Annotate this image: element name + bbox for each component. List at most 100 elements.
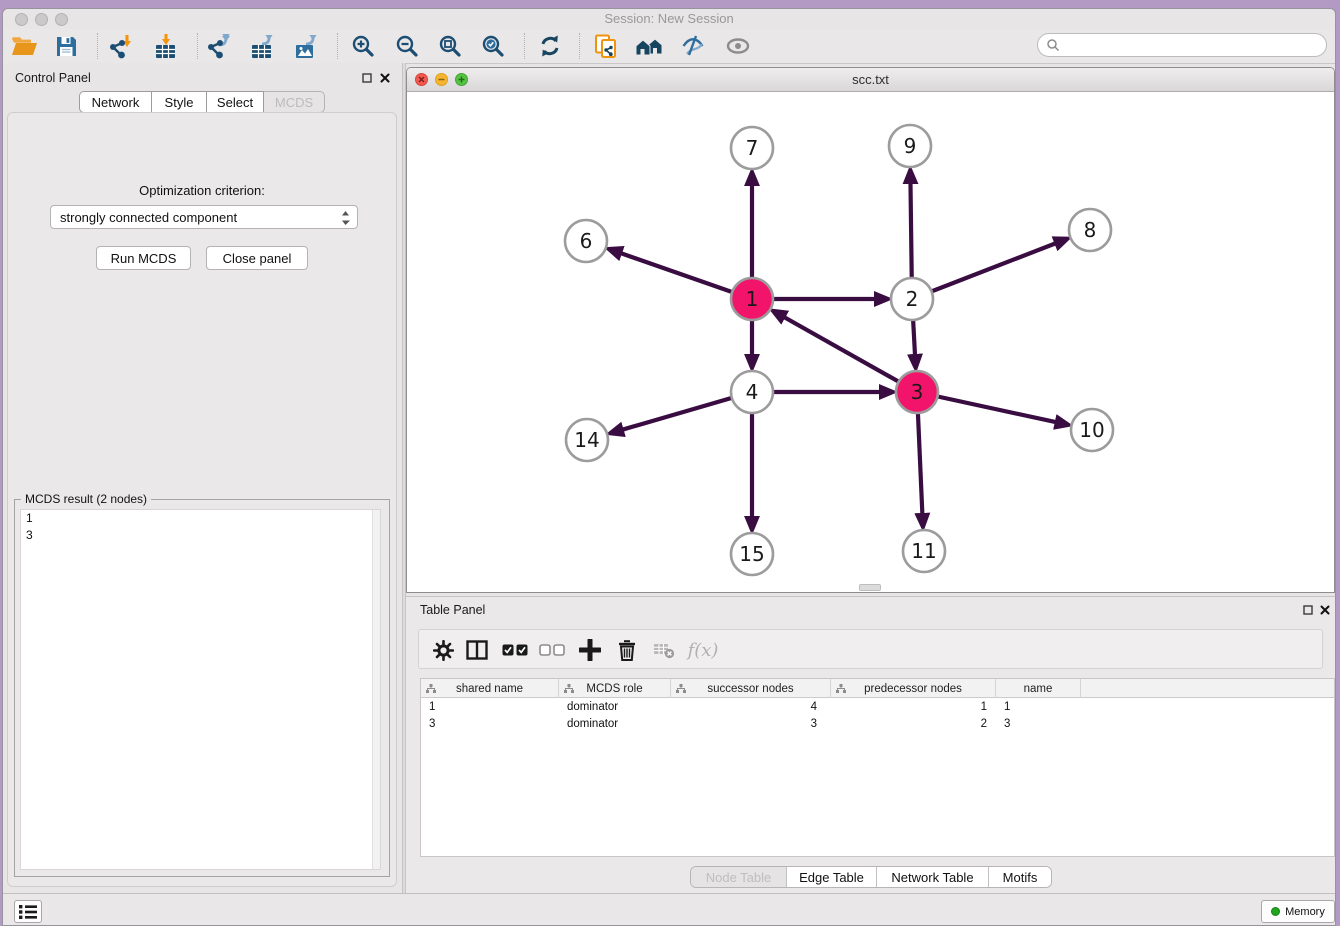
graph-node-15[interactable]: 15	[731, 533, 773, 575]
column-header-label: shared name	[456, 683, 523, 695]
zoom-fit-button[interactable]	[435, 32, 465, 60]
close-panel-icon[interactable]	[379, 72, 391, 84]
zoom-in-button[interactable]	[348, 32, 378, 60]
clone-network-button[interactable]	[591, 32, 621, 60]
open-session-button[interactable]	[9, 32, 39, 60]
criterion-select[interactable]: strongly connected component	[50, 205, 358, 229]
search-input[interactable]	[1064, 37, 1318, 53]
graph-node-9[interactable]: 9	[889, 125, 931, 167]
tab-network[interactable]: Network	[79, 91, 152, 113]
export-table-icon	[250, 34, 275, 59]
float-square-glyph	[1303, 605, 1313, 615]
select-all-button[interactable]	[501, 638, 529, 662]
zoom-selected-button[interactable]	[478, 32, 508, 60]
main-toolbar	[3, 29, 1335, 64]
svg-text:11: 11	[911, 539, 936, 563]
tab-select[interactable]: Select	[207, 91, 264, 113]
delete-row-button[interactable]	[615, 638, 639, 662]
table-cell: 2	[831, 715, 996, 732]
column-header-name[interactable]: name	[996, 679, 1081, 698]
svg-text:1: 1	[746, 287, 759, 311]
table-cell: 3	[671, 715, 831, 732]
network-window-titlebar: scc.txt	[407, 68, 1334, 92]
float-panel-icon[interactable]	[361, 72, 373, 84]
delete-table-icon	[653, 641, 675, 659]
function-builder-button[interactable]: f(x)	[685, 638, 721, 662]
graph-node-3[interactable]: 3	[896, 371, 938, 413]
table-row[interactable]: 3dominator323	[421, 715, 1334, 732]
tab-node-table[interactable]: Node Table	[691, 867, 787, 887]
export-image-button[interactable]	[291, 32, 321, 60]
network-view-window: scc.txt 7 9 6 8 1 2 4 3 14 10 15 11	[406, 67, 1335, 593]
graph-node-2[interactable]: 2	[891, 278, 933, 320]
checked-boxes-icon	[502, 644, 528, 656]
toolbar-separator	[579, 33, 580, 59]
mcds-result-title: MCDS result (2 nodes)	[21, 492, 151, 506]
graph-node-14[interactable]: 14	[566, 419, 608, 461]
result-scrollbar[interactable]	[372, 510, 380, 869]
graph-node-11[interactable]: 11	[903, 530, 945, 572]
table-row[interactable]: 1dominator411	[421, 698, 1334, 715]
svg-text:7: 7	[746, 136, 759, 160]
mcds-result-group: MCDS result (2 nodes) 13	[14, 499, 390, 877]
table-cell: dominator	[559, 715, 671, 732]
network-hscroll-thumb[interactable]	[859, 584, 881, 591]
fx-icon: f(x)	[688, 640, 719, 661]
delete-table-button[interactable]	[652, 638, 676, 662]
table-cell: 1	[996, 698, 1081, 715]
tab-motifs[interactable]: Motifs	[989, 867, 1051, 887]
tab-network-table[interactable]: Network Table	[877, 867, 989, 887]
graph-node-8[interactable]: 8	[1069, 209, 1111, 251]
mcds-result-textarea[interactable]: 13	[20, 509, 381, 870]
import-table-icon	[154, 34, 178, 59]
table-float-icon[interactable]	[1302, 604, 1314, 616]
mcds-tab-content: Optimization criterion: strongly connect…	[7, 112, 397, 887]
column-header-successor-nodes[interactable]: successor nodes	[671, 679, 831, 698]
run-mcds-button[interactable]: Run MCDS	[96, 246, 191, 270]
column-header-MCDS-role[interactable]: MCDS role	[559, 679, 671, 698]
zoom-out-button[interactable]	[392, 32, 422, 60]
graph-node-10[interactable]: 10	[1071, 409, 1113, 451]
column-header-shared-name[interactable]: shared name	[421, 679, 559, 698]
export-network-icon	[206, 34, 232, 59]
column-header-label: name	[1024, 683, 1053, 695]
close-panel-label: Close panel	[223, 251, 292, 266]
tab-mcds[interactable]: MCDS	[264, 91, 325, 113]
table-cell: 1	[421, 698, 559, 715]
refresh-icon	[538, 34, 562, 58]
memory-button[interactable]: Memory	[1261, 900, 1335, 923]
deselect-all-button[interactable]	[538, 638, 566, 662]
graph-edge-3-1[interactable]	[783, 317, 917, 392]
save-session-button[interactable]	[51, 32, 81, 60]
tab-edge-table[interactable]: Edge Table	[787, 867, 877, 887]
graph-node-4[interactable]: 4	[731, 371, 773, 413]
column-header-predecessor-nodes[interactable]: predecessor nodes	[831, 679, 996, 698]
select-stepper-icon	[341, 209, 350, 230]
export-network-button[interactable]	[204, 32, 234, 60]
export-table-button[interactable]	[247, 32, 277, 60]
graph-node-1[interactable]: 1	[731, 278, 773, 320]
import-table-button[interactable]	[151, 32, 181, 60]
home-button[interactable]	[634, 32, 664, 60]
zoom-selected-icon	[481, 34, 505, 58]
table-options-button[interactable]	[431, 638, 455, 662]
close-panel-button[interactable]: Close panel	[206, 246, 308, 270]
table-close-icon[interactable]	[1319, 604, 1331, 616]
import-network-button[interactable]	[106, 32, 136, 60]
column-header-label: predecessor nodes	[864, 683, 962, 695]
show-graphics-details-button[interactable]	[723, 32, 753, 60]
graph-node-7[interactable]: 7	[731, 127, 773, 169]
search-box[interactable]	[1037, 33, 1327, 57]
save-icon	[55, 35, 78, 58]
graph-edge-2-8[interactable]	[912, 243, 1056, 299]
hide-graphics-details-button[interactable]	[678, 32, 708, 60]
svg-text:14: 14	[574, 428, 599, 452]
tab-style[interactable]: Style	[152, 91, 207, 113]
network-canvas[interactable]: 7 9 6 8 1 2 4 3 14 10 15 11	[407, 92, 1334, 592]
refresh-network-button[interactable]	[535, 32, 565, 60]
graph-node-6[interactable]: 6	[565, 220, 607, 262]
add-row-button[interactable]	[577, 638, 603, 662]
task-history-button[interactable]	[14, 900, 42, 923]
show-column-button[interactable]	[465, 638, 489, 662]
table-panel: Table Panel f(x) shared nameMCDS rolesuc…	[406, 596, 1335, 893]
